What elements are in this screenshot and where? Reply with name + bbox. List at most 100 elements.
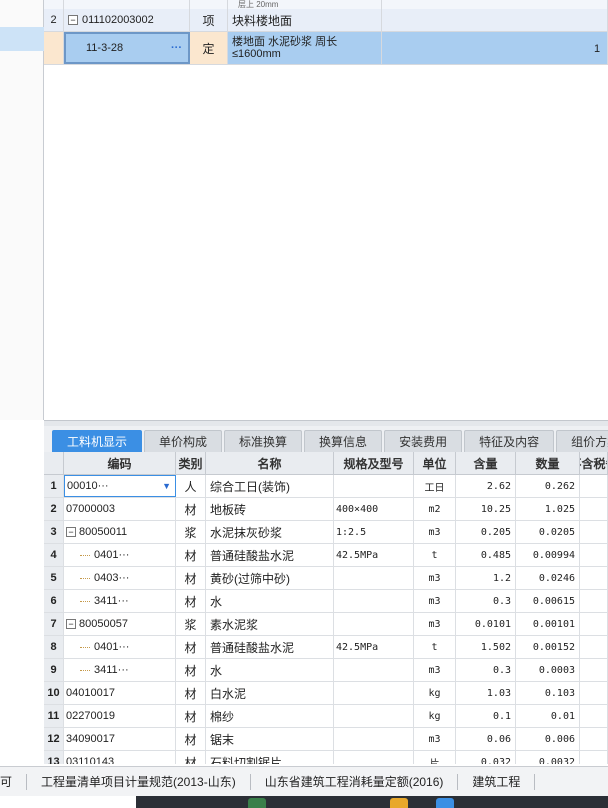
- tax-excl-cell[interactable]: [580, 544, 608, 566]
- spec-cell[interactable]: [334, 705, 414, 727]
- tax-excl-cell[interactable]: [580, 659, 608, 681]
- spec-cell[interactable]: 42.5MPa: [334, 544, 414, 566]
- tax-excl-cell[interactable]: [580, 751, 608, 764]
- code-cell[interactable]: 34090017: [64, 728, 176, 750]
- name-cell[interactable]: 水泥抹灰砂浆: [206, 521, 334, 543]
- name-cell[interactable]: 普通硅酸盐水泥: [206, 544, 334, 566]
- spec-cell[interactable]: [334, 682, 414, 704]
- left-panel-selected-item[interactable]: [0, 27, 44, 51]
- header-spec[interactable]: 规格及型号: [334, 452, 414, 474]
- tax-excl-cell[interactable]: [580, 613, 608, 635]
- unit-cell[interactable]: kg: [414, 682, 456, 704]
- type-cell[interactable]: 材: [176, 498, 206, 520]
- table-row[interactable]: 7 −80050057 浆 素水泥浆 m3 0.0101 0.00101: [44, 613, 608, 636]
- unit-cell[interactable]: kg: [414, 705, 456, 727]
- content-cell[interactable]: 0.205: [456, 521, 516, 543]
- header-type[interactable]: 类别: [176, 452, 206, 474]
- code-cell[interactable]: 3411···: [64, 590, 176, 612]
- content-cell[interactable]: 10.25: [456, 498, 516, 520]
- tab-installation-cost[interactable]: 安装费用: [384, 430, 463, 452]
- name-cell[interactable]: 综合工日(装饰): [206, 475, 334, 497]
- tax-excl-cell[interactable]: [580, 498, 608, 520]
- tab-standard-conversion[interactable]: 标准换算: [224, 430, 303, 452]
- content-cell[interactable]: 1.03: [456, 682, 516, 704]
- table-row[interactable]: 12 34090017 材 锯末 m3 0.06 0.006: [44, 728, 608, 751]
- unit-cell[interactable]: t: [414, 544, 456, 566]
- unit-cell[interactable]: m3: [414, 567, 456, 589]
- folder-icon[interactable]: [390, 798, 408, 808]
- type-cell[interactable]: 材: [176, 659, 206, 681]
- unit-cell[interactable]: t: [414, 636, 456, 658]
- unit-cell[interactable]: m3: [414, 659, 456, 681]
- content-cell[interactable]: 0.3: [456, 590, 516, 612]
- name-cell[interactable]: 地板砖: [206, 498, 334, 520]
- name-cell[interactable]: 白水泥: [206, 682, 334, 704]
- collapse-toggle-icon[interactable]: −: [66, 527, 76, 537]
- tax-excl-cell[interactable]: [580, 521, 608, 543]
- name-cell[interactable]: 水: [206, 659, 334, 681]
- tab-unit-price-composition[interactable]: 单价构成: [144, 430, 223, 452]
- header-tax-excl[interactable]: 不含税省: [580, 452, 608, 474]
- code-cell[interactable]: 3411···: [64, 659, 176, 681]
- name-cell[interactable]: 水: [206, 590, 334, 612]
- header-code[interactable]: 编码: [64, 452, 176, 474]
- code-cell[interactable]: −80050057: [64, 613, 176, 635]
- header-quantity[interactable]: 数量: [516, 452, 580, 474]
- spec-cell[interactable]: [334, 567, 414, 589]
- collapse-toggle-icon[interactable]: −: [66, 619, 76, 629]
- status-quota-standard[interactable]: 山东省建筑工程消耗量定额(2016): [251, 773, 459, 790]
- table-row[interactable]: 5 0403··· 材 黄砂(过筛中砂) m3 1.2 0.0246: [44, 567, 608, 590]
- content-cell[interactable]: 0.032: [456, 751, 516, 764]
- table-row[interactable]: 8 0401··· 材 普通硅酸盐水泥 42.5MPa t 1.502 0.00…: [44, 636, 608, 659]
- content-cell[interactable]: 1.502: [456, 636, 516, 658]
- type-cell[interactable]: 材: [176, 682, 206, 704]
- code-cell[interactable]: −80050011: [64, 521, 176, 543]
- name-cell[interactable]: 锯末: [206, 728, 334, 750]
- name-cell[interactable]: 块料楼地面: [228, 9, 382, 31]
- table-row[interactable]: 10 04010017 材 白水泥 kg 1.03 0.103: [44, 682, 608, 705]
- unit-cell[interactable]: m3: [414, 613, 456, 635]
- spec-cell[interactable]: 42.5MPa: [334, 636, 414, 658]
- tax-excl-cell[interactable]: [580, 705, 608, 727]
- tax-excl-cell[interactable]: [580, 728, 608, 750]
- table-row[interactable]: 13 03110143 材 石料切割锯片 片 0.032 0.0032: [44, 751, 608, 764]
- header-name[interactable]: 名称: [206, 452, 334, 474]
- code-cell[interactable]: 02270019: [64, 705, 176, 727]
- quantity-cell[interactable]: 0.00152: [516, 636, 580, 658]
- spec-cell[interactable]: [334, 613, 414, 635]
- tab-features-content[interactable]: 特征及内容: [464, 430, 555, 452]
- spec-cell[interactable]: [334, 751, 414, 764]
- type-cell[interactable]: 人: [176, 475, 206, 497]
- tab-labor-material-machine[interactable]: 工料机显示: [52, 430, 143, 452]
- code-cell[interactable]: 04010017: [64, 682, 176, 704]
- unit-cell[interactable]: m2: [414, 498, 456, 520]
- table-row[interactable]: 9 3411··· 材 水 m3 0.3 0.0003: [44, 659, 608, 682]
- app-icon[interactable]: [436, 798, 454, 808]
- content-cell[interactable]: 0.1: [456, 705, 516, 727]
- name-cell[interactable]: 黄砂(过筛中砂): [206, 567, 334, 589]
- table-row[interactable]: 1 00010··· ▼ 人 综合工日(装饰) 工日 2.62 0.262: [44, 475, 608, 498]
- type-cell[interactable]: 材: [176, 567, 206, 589]
- type-cell[interactable]: [190, 0, 228, 9]
- unit-cell[interactable]: m3: [414, 521, 456, 543]
- unit-cell[interactable]: m3: [414, 590, 456, 612]
- name-cell[interactable]: 层上 20mm: [228, 0, 382, 9]
- unit-cell[interactable]: m3: [414, 728, 456, 750]
- name-cell[interactable]: 石料切割锯片: [206, 751, 334, 764]
- code-cell[interactable]: 07000003: [64, 498, 176, 520]
- tab-conversion-info[interactable]: 换算信息: [304, 430, 383, 452]
- app-icon[interactable]: [248, 798, 266, 808]
- code-cell[interactable]: [64, 0, 190, 9]
- quantity-cell[interactable]: 0.00994: [516, 544, 580, 566]
- spec-cell[interactable]: [334, 659, 414, 681]
- type-cell[interactable]: 材: [176, 728, 206, 750]
- spec-cell[interactable]: [334, 728, 414, 750]
- code-cell[interactable]: 03110143: [64, 751, 176, 764]
- status-discipline[interactable]: 建筑工程: [458, 773, 536, 790]
- code-cell[interactable]: 00010··· ▼: [64, 475, 176, 497]
- boq-row-item[interactable]: 2 − 011102003002 项 块料楼地面: [44, 9, 608, 32]
- unit-cell[interactable]: 片: [414, 751, 456, 764]
- quantity-cell[interactable]: 0.00101: [516, 613, 580, 635]
- type-cell[interactable]: 项: [190, 9, 228, 31]
- type-cell[interactable]: 材: [176, 590, 206, 612]
